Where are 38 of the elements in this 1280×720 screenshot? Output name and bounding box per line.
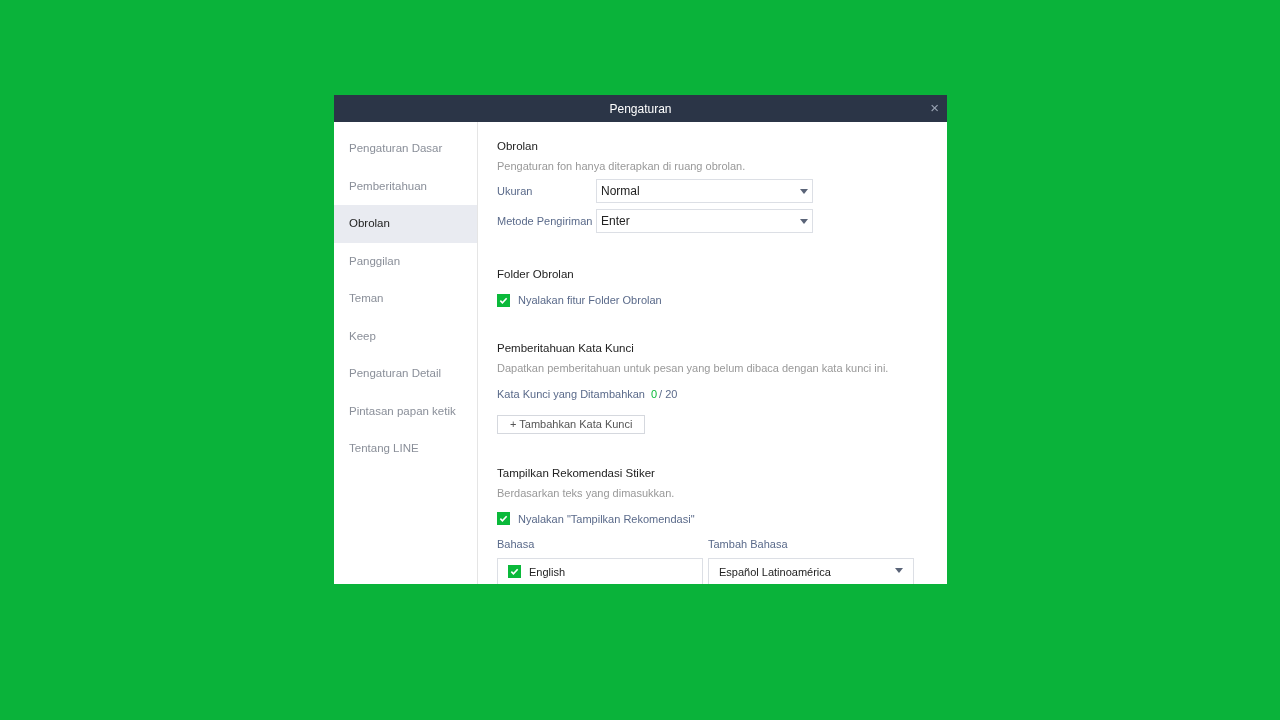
column-label: Bahasa	[497, 537, 536, 552]
sidebar-item[interactable]: Pemberitahuan	[334, 167, 477, 205]
checkbox[interactable]	[497, 293, 510, 307]
section-title: Tampilkan Rekomendasi Stiker	[497, 465, 656, 480]
caret-icon	[800, 188, 808, 194]
checkbox-label: Nyalakan "Tampilkan Rekomendasi"	[518, 511, 695, 527]
field-label: Ukuran	[497, 183, 534, 199]
section-title: Folder Obrolan	[497, 267, 575, 281]
dropdown[interactable]: Enter	[596, 209, 813, 233]
sidebar-item[interactable]: Pintasan papan ketik	[334, 392, 477, 430]
sidebar-item[interactable]: Teman	[334, 280, 477, 318]
caret-icon	[895, 567, 903, 573]
sidebar-item[interactable]: Obrolan	[334, 205, 477, 243]
section-title: Pemberitahuan Kata Kunci	[497, 340, 635, 355]
sidebar-item[interactable]: Pengaturan Dasar	[334, 130, 477, 168]
caret-icon	[800, 218, 808, 224]
close-button[interactable]: ×	[930, 99, 939, 117]
window-title: Pengaturan	[609, 100, 672, 118]
section-title: Obrolan	[497, 139, 539, 153]
section-description: Berdasarkan teks yang dimasukkan.	[497, 485, 676, 500]
checkbox[interactable]	[508, 565, 521, 579]
checkbox-label: Nyalakan fitur Folder Obrolan	[518, 293, 662, 308]
section-description: Pengaturan fon hanya diterapkan di ruang obrolan.	[497, 159, 747, 173]
checkbox[interactable]	[497, 512, 510, 526]
sidebar-item[interactable]: Keep	[334, 317, 477, 355]
keyword-count: 0	[651, 386, 658, 402]
add-keyword-button[interactable]: + Tambahkan Kata Kunci	[497, 415, 646, 434]
keyword-limit: / 20	[659, 386, 678, 402]
field-label: Metode Pengiriman	[497, 213, 594, 229]
language-label: English	[529, 564, 566, 580]
section-description: Dapatkan pemberitahuan untuk pesan yang belum dibaca dengan kata kunci ini.	[497, 360, 890, 375]
dropdown[interactable]: Normal	[596, 179, 813, 203]
sidebar-item[interactable]: Panggilan	[334, 242, 477, 280]
column-label: Tambah Bahasa	[708, 537, 789, 552]
keyword-count-label: Kata Kunci yang Ditambahkan	[497, 386, 645, 402]
language-dropdown[interactable]: Español Latinoamérica	[708, 557, 914, 584]
sidebar-item[interactable]: Pengaturan Detail	[334, 355, 477, 393]
sidebar-item[interactable]: Tentang LINE	[334, 430, 477, 468]
